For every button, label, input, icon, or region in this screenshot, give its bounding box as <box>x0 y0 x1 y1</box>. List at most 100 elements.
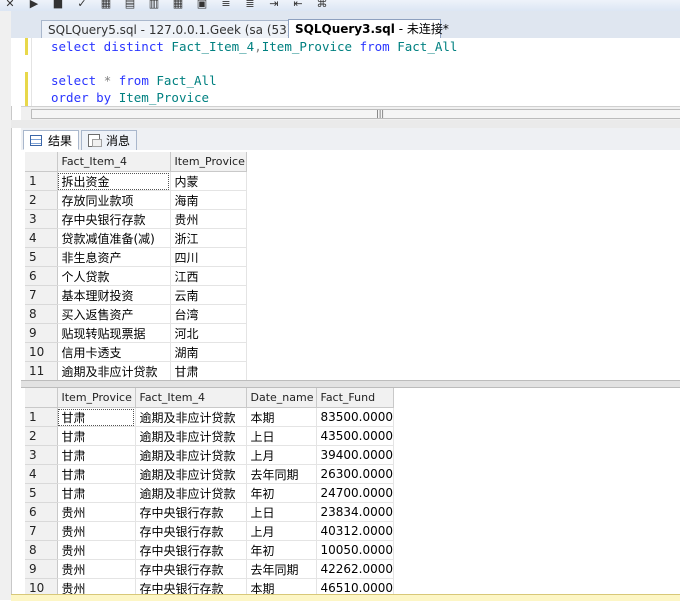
grid-cell[interactable]: 去年同期 <box>246 559 317 579</box>
grid-cell[interactable]: 贵州 <box>57 559 136 579</box>
grid-cell[interactable]: 逾期及非应计贷款 <box>135 483 247 503</box>
table-row[interactable]: 9 贵州 存中央银行存款 去年同期 42262.0000 <box>25 559 395 579</box>
grid-cell[interactable]: 逾期及非应计贷款 <box>135 445 247 465</box>
table-row[interactable]: 7 贵州 存中央银行存款 上月 40312.0000 <box>25 521 395 541</box>
table-row[interactable]: 6 贵州 存中央银行存款 上日 23834.0000 <box>25 502 395 522</box>
grid-cell[interactable]: 甘肃 <box>57 407 136 427</box>
tab-results[interactable]: 结果 <box>23 130 79 150</box>
column-header[interactable]: Date_name <box>246 388 317 408</box>
grid-cell[interactable]: 上日 <box>246 426 317 446</box>
table-row[interactable]: 6 个人贷款 江西 <box>25 266 247 286</box>
table-row[interactable]: 3 存中央银行存款 贵州 <box>25 209 247 229</box>
row-number[interactable]: 4 <box>25 228 58 248</box>
grid-cell[interactable]: 存中央银行存款 <box>135 502 247 522</box>
row-number[interactable]: 3 <box>25 445 58 465</box>
grid-cell[interactable]: 83500.0000 <box>316 407 395 427</box>
column-header[interactable]: Fact_Item_4 <box>57 152 171 172</box>
grid-cell[interactable]: 上月 <box>246 445 317 465</box>
table-row[interactable]: 10 信用卡透支 湖南 <box>25 342 247 362</box>
row-number[interactable]: 6 <box>25 266 58 286</box>
grid-cell[interactable]: 贷款减值准备(减) <box>57 228 171 248</box>
row-number[interactable]: 1 <box>25 171 58 191</box>
column-header[interactable]: Fact_Item_4 <box>135 388 247 408</box>
table-row[interactable]: 5 甘肃 逾期及非应计贷款 年初 24700.0000 <box>25 483 395 503</box>
debug-play-icon[interactable]: ▶ <box>26 0 42 11</box>
grid-cell[interactable]: 甘肃 <box>57 445 136 465</box>
table-row[interactable]: 8 贵州 存中央银行存款 年初 10050.0000 <box>25 540 395 560</box>
editor-horizontal-scrollbar[interactable]: ||| <box>21 106 680 121</box>
grid-corner[interactable] <box>25 388 58 408</box>
row-number[interactable]: 5 <box>25 483 58 503</box>
row-number[interactable]: 2 <box>25 426 58 446</box>
grid-cell[interactable]: 贵州 <box>57 578 136 594</box>
table-row[interactable]: 2 存放同业款项 海南 <box>25 190 247 210</box>
table-row[interactable]: 2 甘肃 逾期及非应计贷款 上日 43500.0000 <box>25 426 395 446</box>
grid-cell[interactable]: 拆出资金 <box>57 171 171 191</box>
grid-cell[interactable]: 基本理财投资 <box>57 285 171 305</box>
row-number[interactable]: 7 <box>25 521 58 541</box>
result-grid-2[interactable]: Item_Provice Fact_Item_4 Date_name Fact_… <box>25 388 395 594</box>
parse-check-icon[interactable]: ✓ <box>74 0 90 11</box>
grid-cell[interactable]: 贴现转贴现票据 <box>57 323 171 343</box>
scrollbar-thumb[interactable] <box>31 109 680 119</box>
result-grid-1[interactable]: Fact_Item_4 Item_Provice 1 拆出资金 内蒙 2 存放同业款项海… <box>25 152 247 381</box>
grid-cell[interactable]: 甘肃 <box>170 361 247 381</box>
grid-cell[interactable]: 贵州 <box>57 521 136 541</box>
grid-cell[interactable]: 湖南 <box>170 342 247 362</box>
column-header[interactable]: Fact_Fund <box>316 388 395 408</box>
sql-editor[interactable]: select distinct Fact_Item_4,Item_Provice… <box>11 38 680 106</box>
table-row[interactable]: 1 拆出资金 内蒙 <box>25 171 247 191</box>
indent-icon[interactable]: ⇥ <box>266 0 282 11</box>
results-file-icon[interactable]: ▣ <box>194 0 210 11</box>
grid-cell[interactable]: 39400.0000 <box>316 445 395 465</box>
grid-cell[interactable]: 台湾 <box>170 304 247 324</box>
grid-cell[interactable]: 23834.0000 <box>316 502 395 522</box>
display-plan-icon[interactable]: ▦ <box>98 0 114 11</box>
row-number[interactable]: 4 <box>25 464 58 484</box>
table-row[interactable]: 5 非生息资产 四川 <box>25 247 247 267</box>
column-header[interactable]: Item_Provice <box>57 388 136 408</box>
tab-messages[interactable]: 消息 <box>81 130 137 150</box>
grid-cell[interactable]: 逾期及非应计贷款 <box>57 361 171 381</box>
row-number[interactable]: 1 <box>25 407 58 427</box>
tab-sqlquery3[interactable]: SQLQuery3.sql - 未连接* <box>288 19 449 39</box>
grid-cell[interactable]: 10050.0000 <box>316 540 395 560</box>
row-number[interactable]: 2 <box>25 190 58 210</box>
grid-cell[interactable]: 本期 <box>246 407 317 427</box>
grid-cell[interactable]: 非生息资产 <box>57 247 171 267</box>
grid-cell[interactable]: 逾期及非应计贷款 <box>135 407 247 427</box>
table-row[interactable]: 11 逾期及非应计贷款 甘肃 <box>25 361 247 381</box>
grid-cell[interactable]: 存中央银行存款 <box>135 521 247 541</box>
editor-results-splitter[interactable] <box>11 120 680 128</box>
comment-icon[interactable]: ≡ <box>218 0 234 11</box>
grid-cell[interactable]: 上月 <box>246 521 317 541</box>
table-row[interactable]: 9 贴现转贴现票据 河北 <box>25 323 247 343</box>
row-number[interactable]: 11 <box>25 361 58 381</box>
grid-cell[interactable]: 甘肃 <box>57 483 136 503</box>
grid-cell[interactable]: 年初 <box>246 483 317 503</box>
grid-cell[interactable]: 去年同期 <box>246 464 317 484</box>
execute-x-icon[interactable]: ✕ <box>2 0 18 11</box>
table-row[interactable]: 7 基本理财投资 云南 <box>25 285 247 305</box>
row-number[interactable]: 9 <box>25 559 58 579</box>
row-number[interactable]: 7 <box>25 285 58 305</box>
grid-corner[interactable] <box>25 152 58 172</box>
row-number[interactable]: 8 <box>25 540 58 560</box>
grid-cell[interactable]: 贵州 <box>57 540 136 560</box>
grid-cell[interactable]: 46510.0000 <box>316 578 395 594</box>
grid-cell[interactable]: 江西 <box>170 266 247 286</box>
grid-cell[interactable]: 四川 <box>170 247 247 267</box>
table-row[interactable]: 1 甘肃 逾期及非应计贷款 本期 83500.0000 <box>25 407 395 427</box>
grid-cell[interactable]: 甘肃 <box>57 464 136 484</box>
table-row[interactable]: 3 甘肃 逾期及非应计贷款 上月 39400.0000 <box>25 445 395 465</box>
results-text-icon[interactable]: ▥ <box>146 0 162 11</box>
grid-cell[interactable]: 内蒙 <box>170 171 247 191</box>
grid-cell[interactable]: 42262.0000 <box>316 559 395 579</box>
table-row[interactable]: 8 买入返售资产 台湾 <box>25 304 247 324</box>
row-number[interactable]: 9 <box>25 323 58 343</box>
grid-cell[interactable]: 云南 <box>170 285 247 305</box>
grid-cell[interactable]: 河北 <box>170 323 247 343</box>
grid-cell[interactable]: 存放同业款项 <box>57 190 171 210</box>
grid-cell[interactable]: 24700.0000 <box>316 483 395 503</box>
outdent-icon[interactable]: ⇤ <box>290 0 306 11</box>
